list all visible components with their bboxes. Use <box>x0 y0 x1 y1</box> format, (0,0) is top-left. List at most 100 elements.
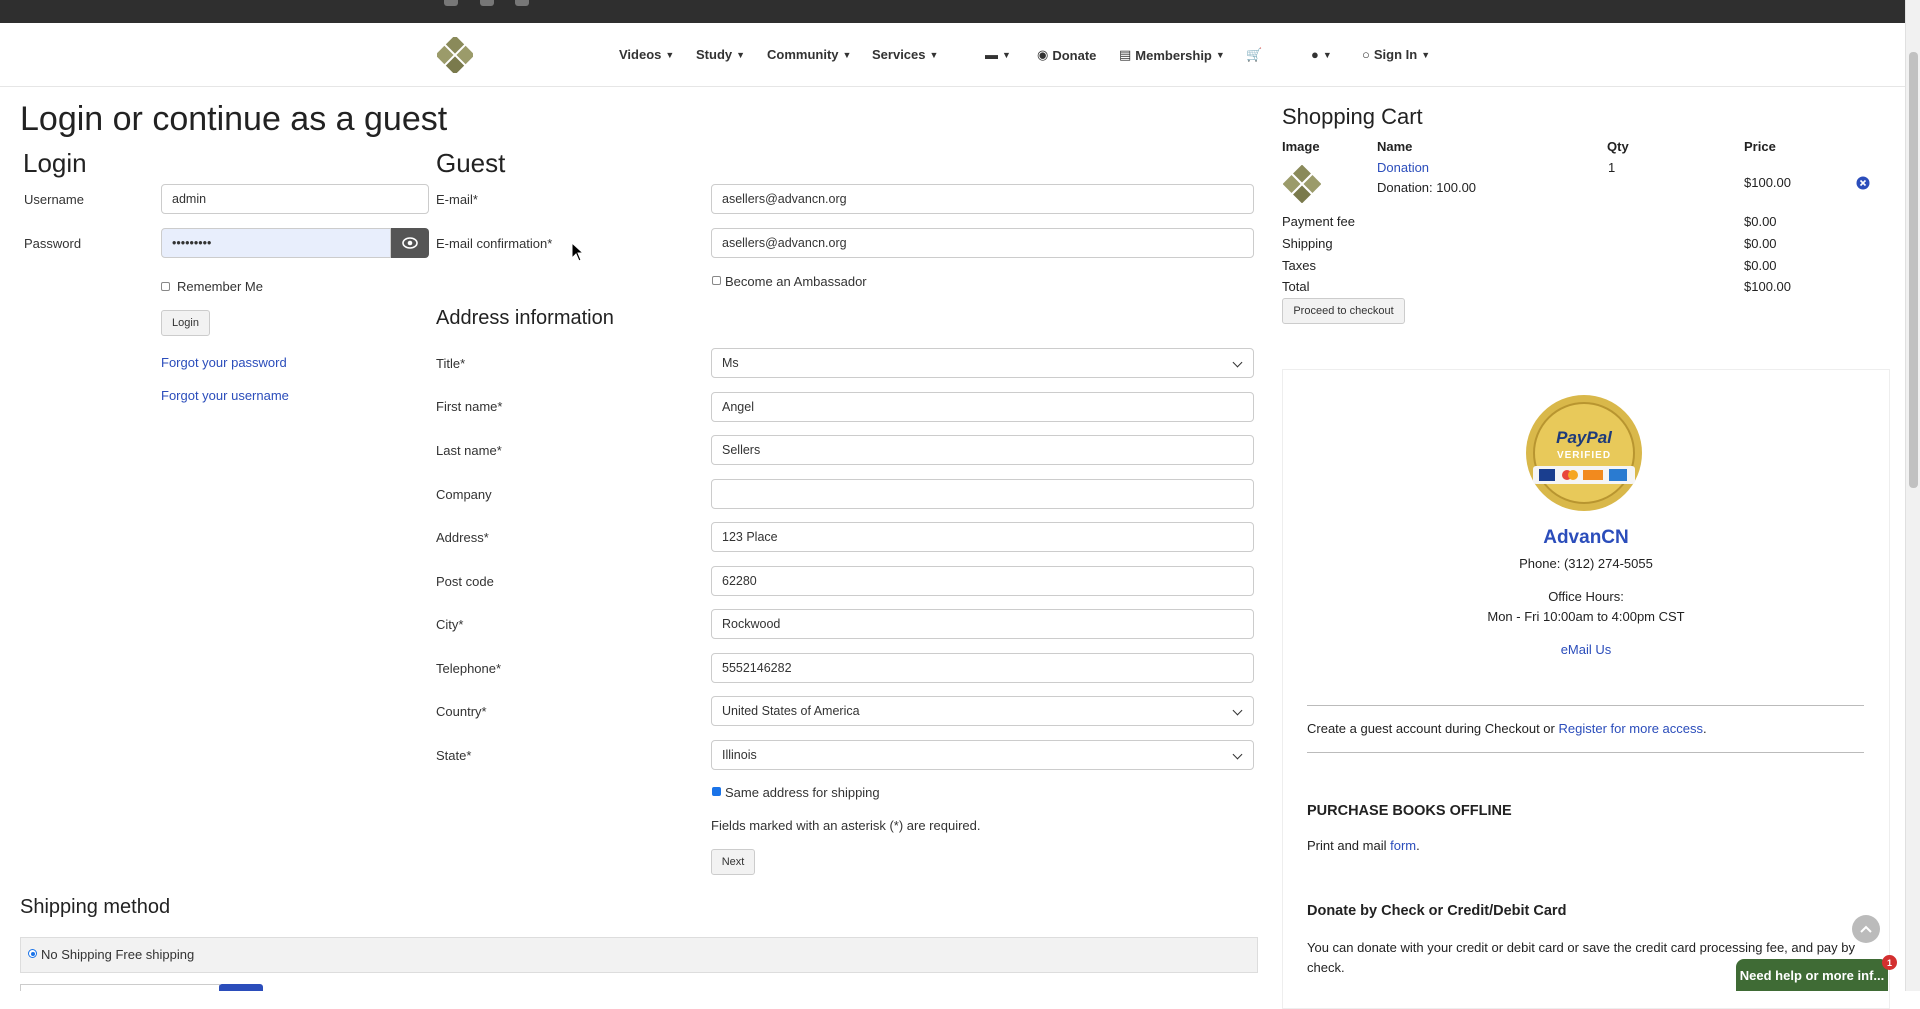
chevron-down-icon: ▼ <box>1002 49 1011 60</box>
state-select[interactable]: Illinois <box>711 740 1254 770</box>
user-icon: ● <box>1311 47 1319 62</box>
cart-col-qty: Qty <box>1607 139 1629 154</box>
paypal-verified-badge: PayPal VERIFIED <box>1525 394 1643 512</box>
nav-study[interactable]: Study ▼ <box>696 47 745 62</box>
shipping-heading: Shipping method <box>20 896 171 918</box>
site-logo[interactable] <box>437 37 473 73</box>
nav-membership[interactable]: ▤ Membership ▼ <box>1119 47 1225 63</box>
cart-item-name-link[interactable]: Donation <box>1377 160 1429 175</box>
donate-icon: ◉ <box>1037 47 1049 62</box>
city-input[interactable]: Rockwood <box>711 609 1254 639</box>
remember-me-checkbox[interactable] <box>161 282 170 291</box>
username-label: Username <box>24 192 84 207</box>
partial-button[interactable] <box>219 984 263 991</box>
nav-store[interactable]: ▬ ▼ <box>985 47 1011 62</box>
password-input[interactable]: ••••••••• <box>161 228 391 258</box>
same-address-label: Same address for shipping <box>725 785 880 800</box>
org-name: AdvanCN <box>1543 527 1629 548</box>
address-input[interactable]: 123 Place <box>711 522 1254 552</box>
office-hours: Mon - Fri 10:00am to 4:00pm CST <box>1487 609 1685 624</box>
twitter-icon[interactable] <box>480 0 494 6</box>
remember-me-label: Remember Me <box>177 279 263 294</box>
divider <box>1307 705 1864 706</box>
cart-item-price: $100.00 <box>1744 175 1791 190</box>
paypal-badge-subtitle: VERIFIED <box>1556 450 1612 461</box>
scrollbar-thumb[interactable] <box>1909 52 1918 488</box>
email-confirm-input[interactable]: asellers@advancn.org <box>711 228 1254 258</box>
id-card-icon: ▤ <box>1119 47 1132 62</box>
cart-col-price: Price <box>1744 139 1776 154</box>
title-label: Title* <box>436 356 466 371</box>
cart-item-image <box>1283 165 1321 203</box>
email-input[interactable]: asellers@advancn.org <box>711 184 1254 214</box>
address-label: Address* <box>436 530 489 545</box>
nav-community-label: Community <box>767 47 839 62</box>
shipping-option-label: No Shipping Free shipping <box>41 947 195 962</box>
eye-icon <box>402 237 418 249</box>
guest-account-text: Create a guest account during Checkout o… <box>1307 721 1707 736</box>
country-select[interactable]: United States of America <box>711 696 1254 726</box>
nav-donate[interactable]: ◉ Donate <box>1037 47 1096 63</box>
nav-account[interactable]: ● ▼ <box>1311 47 1332 62</box>
company-label: Company <box>436 487 492 502</box>
help-chat-button[interactable]: Need help or more inf... <box>1736 959 1888 991</box>
nav-sign-in[interactable]: ○ Sign In ▼ <box>1362 47 1430 62</box>
ambassador-label: Become an Ambassador <box>725 274 867 289</box>
back-to-top-button[interactable] <box>1852 915 1880 943</box>
show-password-button[interactable] <box>391 228 429 258</box>
facebook-icon[interactable] <box>444 0 458 6</box>
shipping-option-row[interactable]: No Shipping Free shipping <box>20 937 1258 973</box>
forgot-username-link[interactable]: Forgot your username <box>161 388 289 403</box>
chevron-down-icon: ▼ <box>1215 50 1225 60</box>
email-us-link[interactable]: eMail Us <box>1282 642 1890 657</box>
nav-sign-in-label: Sign In <box>1373 47 1418 62</box>
chevron-down-icon: ▼ <box>929 49 939 60</box>
partial-input[interactable] <box>20 984 220 991</box>
register-link[interactable]: Register for more access <box>1559 721 1704 736</box>
payment-fee-label: Payment fee <box>1282 214 1355 229</box>
password-label: Password <box>24 236 82 251</box>
store-icon: ▬ <box>985 47 998 62</box>
guest-heading: Guest <box>436 148 506 178</box>
last-name-input[interactable]: Sellers <box>711 435 1254 465</box>
first-name-label: First name* <box>436 399 503 414</box>
post-code-input[interactable]: 62280 <box>711 566 1254 596</box>
same-address-checkbox[interactable] <box>712 787 721 796</box>
nav-videos[interactable]: Videos ▼ <box>619 47 674 62</box>
shipping-radio[interactable] <box>28 949 37 958</box>
top-bar <box>0 0 1905 23</box>
divider <box>1307 752 1864 753</box>
post-code-label: Post code <box>436 574 494 589</box>
taxes-value: $0.00 <box>1744 258 1777 273</box>
proceed-to-checkout-button[interactable]: Proceed to checkout <box>1282 298 1405 324</box>
remove-item-icon[interactable] <box>1856 176 1870 190</box>
notification-badge: 1 <box>1882 955 1897 970</box>
chevron-down-icon: ▼ <box>1322 49 1332 60</box>
cart-icon[interactable]: 🛒 <box>1246 47 1262 63</box>
cart-col-image: Image <box>1282 139 1320 154</box>
username-input[interactable]: admin <box>161 184 429 214</box>
ambassador-checkbox[interactable] <box>712 276 721 285</box>
total-value: $100.00 <box>1744 279 1791 294</box>
nav-services-label: Services <box>872 47 926 62</box>
nav-videos-label: Videos <box>619 47 662 62</box>
required-note: Fields marked with an asterisk (*) are r… <box>711 818 981 833</box>
company-input[interactable] <box>711 479 1254 509</box>
city-label: City* <box>436 617 464 632</box>
main-nav: Videos ▼ Study ▼ Community ▼ Services ▼ ▬ ▼ ◉… <box>0 23 1905 87</box>
title-select[interactable]: Ms <box>711 348 1254 378</box>
cart-col-name: Name <box>1377 139 1413 154</box>
page-scrollbar[interactable] <box>1905 0 1920 991</box>
login-button[interactable]: Login <box>161 310 210 336</box>
telephone-input[interactable]: 5552146282 <box>711 653 1254 683</box>
forgot-password-link[interactable]: Forgot your password <box>161 355 287 370</box>
first-name-input[interactable]: Angel <box>711 392 1254 422</box>
form-link[interactable]: form <box>1390 838 1416 853</box>
shipping-fee-value: $0.00 <box>1744 236 1777 251</box>
nav-community[interactable]: Community ▼ <box>767 47 851 62</box>
nav-services[interactable]: Services ▼ <box>872 47 938 62</box>
nav-study-label: Study <box>696 47 733 62</box>
next-button[interactable]: Next <box>711 849 755 875</box>
nav-donate-label: Donate <box>1052 47 1097 63</box>
social-icon[interactable] <box>515 0 529 6</box>
